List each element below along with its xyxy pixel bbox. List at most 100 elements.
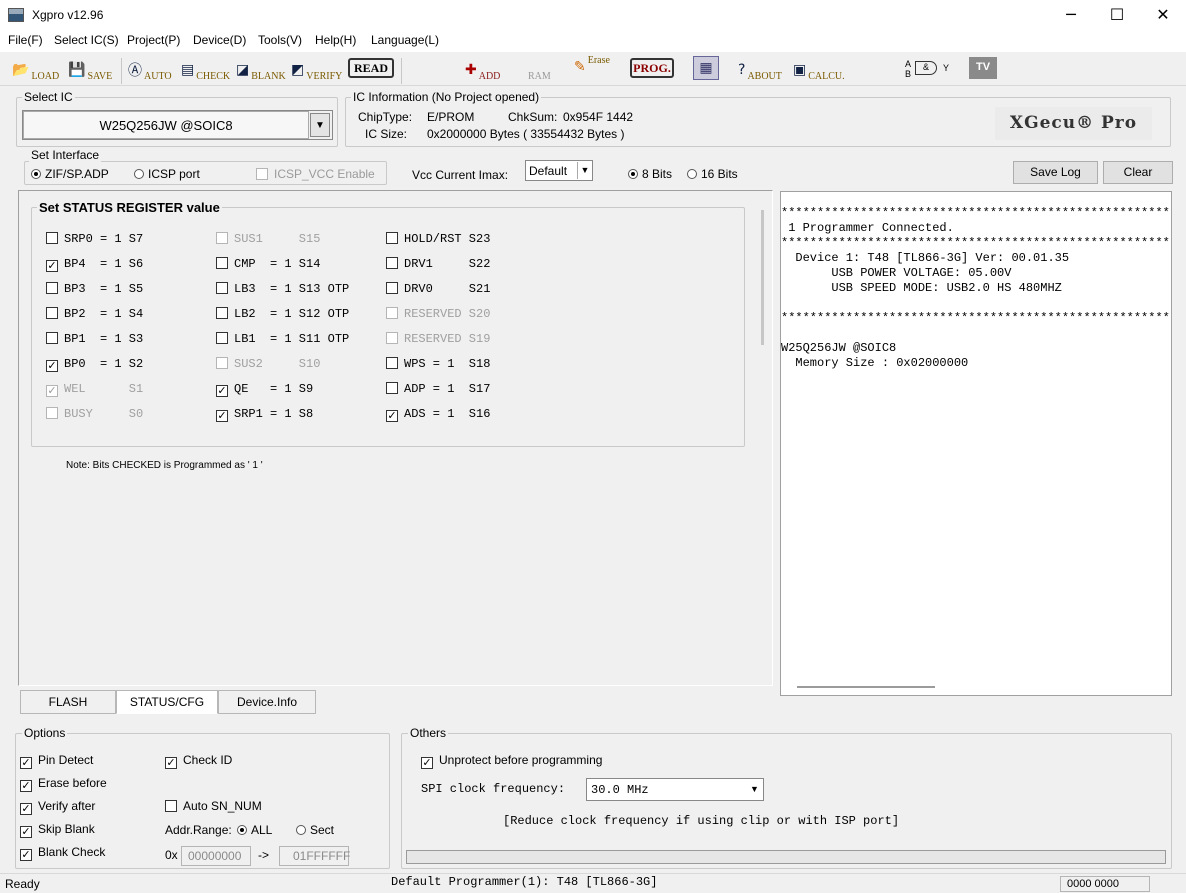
blank-check-checkbox[interactable]: ✓ Blank Check <box>20 845 105 861</box>
clear-button[interactable]: Clear <box>1103 161 1173 184</box>
register-bit-checkbox[interactable]: ✓ QE = 1 S9 <box>216 381 313 397</box>
status-bar: Ready Default Programmer(1): T48 [TL866-… <box>0 873 1186 893</box>
xgecu-logo: XGecu® Pro <box>995 107 1152 140</box>
register-bit-checkbox[interactable]: BP3 = 1 S5 <box>46 281 143 296</box>
register-bit-checkbox[interactable]: ADP = 1 S17 <box>386 381 490 396</box>
menu-help[interactable]: Help(H) <box>315 33 356 47</box>
auto-button[interactable]: Ⓐ AUTO <box>128 58 172 82</box>
close-button[interactable]: ✕ <box>1140 0 1186 32</box>
register-bit-label: SUS2 S10 <box>234 357 321 371</box>
menu-language[interactable]: Language(L) <box>371 33 439 47</box>
register-bit-label: BP2 = 1 S4 <box>64 307 144 321</box>
register-bit-checkbox[interactable]: RESERVED S19 <box>386 331 490 346</box>
register-bit-label: SRP0 = 1 S7 <box>64 232 144 246</box>
progress-bar <box>406 850 1166 864</box>
checkbox-icon <box>386 332 398 344</box>
menu-select-ic[interactable]: Select IC(S) <box>54 33 119 47</box>
tab-device-info[interactable]: Device.Info <box>218 690 316 714</box>
register-bit-label: CMP = 1 S14 <box>234 257 321 271</box>
panel-scrollbar[interactable] <box>761 210 764 345</box>
register-bit-checkbox[interactable]: LB1 = 1 S11 OTP <box>216 331 349 346</box>
load-button[interactable]: 📂 LOAD <box>12 58 59 82</box>
prog-button[interactable]: PROG. <box>630 58 674 78</box>
menu-project[interactable]: Project(P) <box>127 33 180 47</box>
minimize-button[interactable]: ─ <box>1048 0 1094 32</box>
erase-before-checkbox[interactable]: ✓ Erase before <box>20 776 107 792</box>
register-bit-checkbox[interactable]: ✓ ADS = 1 S16 <box>386 406 490 422</box>
8bits-radio[interactable]: 8 Bits <box>628 167 672 181</box>
menu-file[interactable]: File(F) <box>8 33 43 47</box>
check-id-label: Check ID <box>183 753 233 767</box>
checkbox-icon <box>46 307 58 319</box>
icsp-vcc-checkbox[interactable]: ICSP_VCC Enable <box>256 167 375 181</box>
register-bit-checkbox[interactable]: ✓ BP4 = 1 S6 <box>46 256 143 272</box>
addr-all-radio[interactable]: ALL <box>237 823 272 837</box>
tv-button[interactable]: TV <box>969 57 997 79</box>
log-line: USB POWER VOLTAGE: 05.00V <box>781 266 1012 280</box>
verify-button[interactable]: ◩ VERIFY <box>291 58 342 82</box>
register-bit-checkbox[interactable]: BP2 = 1 S4 <box>46 306 143 321</box>
log-scrollbar[interactable] <box>797 686 935 688</box>
about-button[interactable]: ? ABOUT <box>738 58 782 82</box>
register-bit-label: BP0 = 1 S2 <box>64 357 144 371</box>
16bits-radio[interactable]: 16 Bits <box>687 167 738 181</box>
maximize-button[interactable]: ☐ <box>1094 0 1140 32</box>
addr-from-field[interactable]: 00000000 <box>181 846 251 866</box>
spi-clock-select[interactable]: 30.0 MHz ▼ <box>586 778 764 801</box>
register-bit-checkbox[interactable]: RESERVED S20 <box>386 306 490 321</box>
menu-tools[interactable]: Tools(V) <box>258 33 302 47</box>
chip-button[interactable]: ▦ <box>693 56 719 80</box>
register-bit-checkbox[interactable]: SUS2 S10 <box>216 356 320 371</box>
check-label: CHECK <box>196 71 231 82</box>
register-bit-label: DRV0 S21 <box>404 282 491 296</box>
chevron-down-icon[interactable]: ▼ <box>310 113 330 137</box>
verify-after-checkbox[interactable]: ✓ Verify after <box>20 799 95 815</box>
tab-status-cfg[interactable]: STATUS/CFG <box>116 690 218 714</box>
blank-button[interactable]: ◪ BLANK <box>236 58 286 82</box>
register-bit-checkbox[interactable]: BP1 = 1 S3 <box>46 331 143 346</box>
read-button[interactable]: READ <box>348 58 394 78</box>
select-ic-title: Select IC <box>22 90 75 104</box>
skip-blank-checkbox[interactable]: ✓ Skip Blank <box>20 822 95 838</box>
check-button[interactable]: ▤ CHECK <box>181 58 230 82</box>
calcu-button[interactable]: ▣ CALCU. <box>793 58 845 82</box>
ram-button[interactable]: RAM <box>528 58 551 82</box>
menu-device[interactable]: Device(D) <box>193 33 246 47</box>
logic-button[interactable]: A B & Y <box>905 58 951 80</box>
register-bit-checkbox[interactable]: ✓ SRP1 = 1 S8 <box>216 406 313 422</box>
save-button[interactable]: 💾 SAVE <box>68 58 112 82</box>
spi-hint: [Reduce clock frequency if using clip or… <box>503 814 900 828</box>
icsp-radio[interactable]: ICSP port <box>134 167 200 181</box>
others-title: Others <box>408 726 449 740</box>
check-id-checkbox[interactable]: ✓ Check ID <box>165 753 232 769</box>
pin-detect-checkbox[interactable]: ✓ Pin Detect <box>20 753 93 769</box>
zif-radio[interactable]: ZIF/SP.ADP <box>31 167 109 181</box>
addr-sect-radio[interactable]: Sect <box>296 823 334 837</box>
register-bit-checkbox[interactable]: LB2 = 1 S12 OTP <box>216 306 349 321</box>
chksum-value: 0x954F 1442 <box>563 110 634 124</box>
register-bit-checkbox[interactable]: ✓ BP0 = 1 S2 <box>46 356 143 372</box>
register-bit-checkbox[interactable]: WPS = 1 S18 <box>386 356 490 371</box>
unprotect-checkbox[interactable]: ✓ Unprotect before programming <box>421 753 602 769</box>
save-log-button[interactable]: Save Log <box>1013 161 1098 184</box>
register-bit-checkbox[interactable]: BUSY S0 <box>46 406 143 421</box>
ic-info-title: IC Information (No Project opened) <box>351 90 542 104</box>
checkbox-icon <box>216 232 228 244</box>
register-bit-label: WPS = 1 S18 <box>404 357 491 371</box>
register-bit-checkbox[interactable]: DRV0 S21 <box>386 281 490 296</box>
register-bit-checkbox[interactable]: DRV1 S22 <box>386 256 490 271</box>
register-bit-checkbox[interactable]: SUS1 S15 <box>216 231 320 246</box>
tab-flash[interactable]: FLASH <box>20 690 116 714</box>
erase-button[interactable]: ✎ Erase <box>574 55 610 79</box>
add-button[interactable]: ✚ ADD <box>465 58 500 82</box>
register-bit-checkbox[interactable]: LB3 = 1 S13 OTP <box>216 281 349 296</box>
addr-to-field[interactable]: 01FFFFFF <box>279 846 350 866</box>
vcc-current-select[interactable]: Default ▼ <box>525 160 593 181</box>
register-bit-label: BP1 = 1 S3 <box>64 332 144 346</box>
register-bit-checkbox[interactable]: ✓ WEL S1 <box>46 381 143 397</box>
auto-sn-checkbox[interactable]: Auto SN_NUM <box>165 799 262 813</box>
register-bit-checkbox[interactable]: SRP0 = 1 S7 <box>46 231 143 246</box>
register-bit-checkbox[interactable]: CMP = 1 S14 <box>216 256 320 271</box>
ic-select[interactable]: W25Q256JW @SOIC8 ▼ <box>22 110 333 140</box>
register-bit-checkbox[interactable]: HOLD/RST S23 <box>386 231 490 246</box>
